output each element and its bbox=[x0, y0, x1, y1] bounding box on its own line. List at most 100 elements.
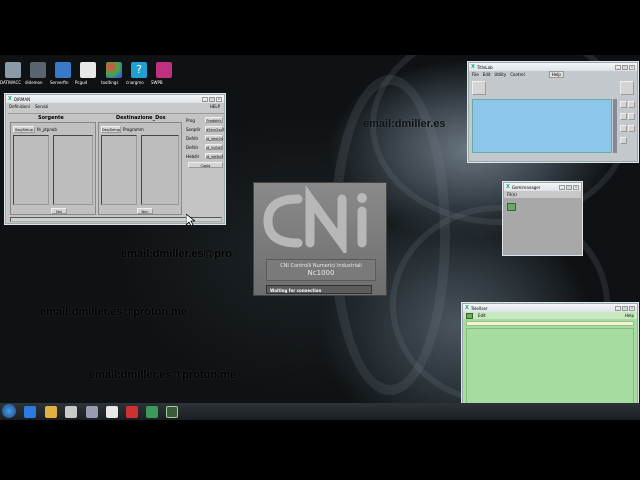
side-button[interactable] bbox=[620, 125, 627, 132]
x11-taskbar-icon[interactable] bbox=[166, 406, 178, 418]
cni-status-box: Waiting for connection bbox=[266, 285, 372, 294]
cni-model: Nc1000 bbox=[307, 269, 335, 277]
minimize-button[interactable]: _ bbox=[559, 184, 565, 190]
mouse-cursor-icon bbox=[186, 214, 195, 227]
right-button-3[interactable]: id_Vedr2s bbox=[205, 135, 223, 141]
dest-file-list[interactable] bbox=[141, 135, 179, 205]
folder-icon[interactable] bbox=[45, 406, 57, 418]
source-dir-list[interactable] bbox=[13, 135, 49, 205]
right-button-1[interactable]: Prodbkfc bbox=[205, 117, 223, 123]
source-file-list[interactable] bbox=[53, 135, 93, 205]
menu-edit[interactable]: Edit bbox=[478, 313, 486, 318]
media-icon[interactable] bbox=[65, 406, 77, 418]
close-button[interactable]: x bbox=[573, 184, 579, 190]
terminal-icon bbox=[30, 62, 46, 78]
tool-icon[interactable] bbox=[466, 312, 473, 319]
right-button-4[interactable]: id_Vd3d3 bbox=[205, 144, 223, 150]
dirman-titlebar[interactable]: X DIRMAN _ □ x bbox=[6, 95, 224, 103]
maximize-button[interactable]: □ bbox=[622, 64, 628, 70]
side-button[interactable] bbox=[620, 113, 627, 120]
menu-file[interactable]: File bbox=[472, 72, 479, 77]
side-button[interactable] bbox=[628, 125, 635, 132]
side-button[interactable] bbox=[620, 101, 627, 108]
blue-canvas[interactable] bbox=[472, 99, 612, 153]
dirman-window: X DIRMAN _ □ x Definizioni Servizi HELP … bbox=[5, 94, 225, 224]
minimize-button[interactable]: _ bbox=[202, 96, 208, 102]
tool-button[interactable] bbox=[620, 81, 634, 95]
gemimanager-window: X Gemimanager _ □ x Fil(e) bbox=[503, 182, 582, 255]
cni-splash-window: CNI Controlli Numerici Industriali Nc100… bbox=[253, 182, 387, 296]
dest-header: Destinazione_Dos bbox=[116, 115, 166, 121]
menu-control[interactable]: Control bbox=[510, 72, 524, 77]
side-button[interactable] bbox=[620, 137, 627, 144]
menu-help[interactable]: Help bbox=[625, 313, 634, 318]
right-label-defdir2: Defdir bbox=[186, 145, 199, 150]
menu-edit[interactable]: Edit bbox=[483, 72, 491, 77]
dest-path: Programm bbox=[123, 127, 144, 132]
desktop-icon-datiwacc[interactable]: DATIWACC bbox=[0, 62, 26, 85]
document-icon[interactable] bbox=[106, 406, 118, 418]
watermark-text: email:dmiller.es@proton.me bbox=[89, 369, 237, 381]
telexser-titlebar[interactable]: X TeleXser _ □ x bbox=[463, 304, 637, 312]
help-icon: ? bbox=[131, 62, 147, 78]
tab-help[interactable]: Help bbox=[548, 71, 564, 78]
cni-logo-icon bbox=[263, 185, 367, 253]
window-icon[interactable] bbox=[146, 406, 158, 418]
source-select[interactable]: Nnl bbox=[51, 208, 67, 214]
dest-pane: Des/Setup Programm Nnn bbox=[98, 122, 182, 215]
minimize-button[interactable]: _ bbox=[615, 305, 621, 311]
titlelab-menubar: File Edit Utility Control Help bbox=[469, 71, 637, 78]
telexser-window: X TeleXser _ □ x Edit Help bbox=[462, 303, 638, 419]
close-button[interactable]: x bbox=[216, 96, 222, 102]
gemimanager-menubar: Fil(e) bbox=[504, 191, 581, 198]
watermark-text: email:dmiller.es@proton.me bbox=[40, 306, 188, 318]
wrench-icon bbox=[5, 62, 21, 78]
tool-button[interactable] bbox=[472, 81, 486, 95]
source-path: fe_ytpnob bbox=[37, 127, 57, 132]
dest-select[interactable]: Nnn bbox=[137, 208, 153, 214]
close-button[interactable]: x bbox=[629, 64, 635, 70]
dirman-menubar: Definizioni Servizi HELP bbox=[6, 103, 224, 110]
right-button-5[interactable]: id_Vef8d3 bbox=[205, 153, 223, 159]
copy-button[interactable]: Copia bbox=[188, 162, 223, 168]
menu-servizi[interactable]: Servizi bbox=[35, 104, 48, 109]
scrollbar[interactable] bbox=[613, 99, 617, 153]
maximize-button[interactable]: □ bbox=[622, 305, 628, 311]
app-c-icon[interactable] bbox=[126, 406, 138, 418]
right-label-defdir: Defdir bbox=[186, 136, 199, 141]
browser-icon[interactable] bbox=[24, 406, 36, 418]
desktop-icon-didemon[interactable]: didemon bbox=[25, 62, 51, 85]
maximize-button[interactable]: □ bbox=[209, 96, 215, 102]
tool-icon[interactable] bbox=[507, 203, 516, 211]
x11-icon: X bbox=[465, 305, 469, 311]
side-button[interactable] bbox=[628, 101, 635, 108]
maximize-button[interactable]: □ bbox=[566, 184, 572, 190]
desktop-icon-swpb[interactable]: SWPB bbox=[151, 62, 177, 85]
right-label-prog: Prog bbox=[186, 118, 195, 123]
source-setup-button[interactable]: Seq/Setup bbox=[13, 126, 35, 133]
menu-utility[interactable]: Utility bbox=[494, 72, 506, 77]
dirman-body: Sorgente Destinazione_Dos Seq/Setup fe_y… bbox=[8, 113, 224, 223]
dest-dir-list[interactable] bbox=[101, 135, 137, 205]
titlelab-titlebar[interactable]: X TitleLab _ □ x bbox=[469, 63, 637, 71]
desktop-icon-pcgud[interactable]: Pcgud bbox=[75, 62, 101, 85]
desktop-icon-cnargmo[interactable]: ? cnargmo bbox=[126, 62, 152, 85]
minimize-button[interactable]: _ bbox=[615, 64, 621, 70]
network-icon[interactable] bbox=[86, 406, 98, 418]
telexser-menubar: Edit Help bbox=[463, 312, 637, 319]
titlelab-window: X TitleLab _ □ x File Edit Utility Contr… bbox=[468, 62, 638, 162]
menu-file[interactable]: Fil(e) bbox=[507, 192, 517, 197]
desktop-icon-serverftn[interactable]: Serverftn bbox=[50, 62, 76, 85]
menu-help[interactable]: HELP bbox=[210, 104, 220, 109]
green-input-strip[interactable] bbox=[466, 321, 634, 326]
gemimanager-titlebar[interactable]: X Gemimanager _ □ x bbox=[504, 183, 581, 191]
windows-start-icon[interactable] bbox=[2, 404, 16, 418]
menu-definizioni[interactable]: Definizioni bbox=[9, 104, 30, 109]
watermark-text: email:dmiller.es@pro bbox=[121, 248, 232, 260]
side-button[interactable] bbox=[628, 113, 635, 120]
right-button-2[interactable]: dServ2sv3 bbox=[205, 126, 224, 132]
desktop-icon-tooltings[interactable]: tooltings bbox=[101, 62, 127, 85]
close-button[interactable]: x bbox=[629, 305, 635, 311]
green-canvas[interactable] bbox=[466, 328, 634, 415]
dest-setup-button[interactable]: Des/Setup bbox=[101, 126, 121, 133]
